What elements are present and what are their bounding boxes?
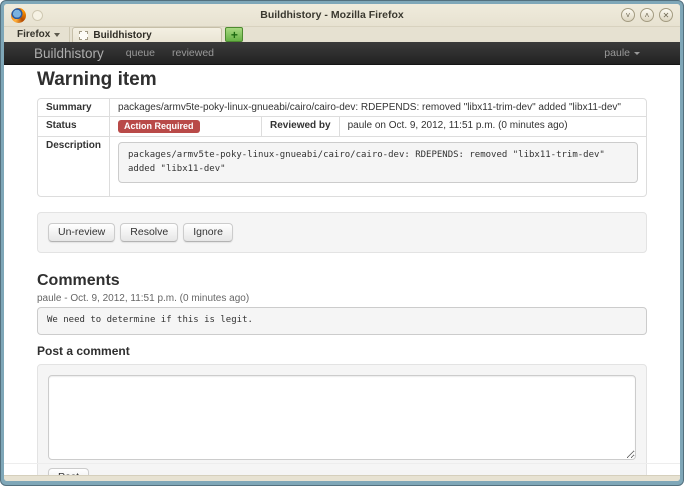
firefox-menu-button[interactable]: Firefox <box>8 27 70 42</box>
summary-value: packages/armv5te-poky-linux-gnueabi/cair… <box>109 99 646 116</box>
comment-item: paule - Oct. 9, 2012, 11:51 p.m. (0 minu… <box>37 293 647 335</box>
page-container: Warning item Summary packages/armv5te-po… <box>4 65 680 475</box>
firefox-logo-icon <box>11 8 26 23</box>
comment-text-block: We need to determine if this is legit. <box>37 307 647 335</box>
window-frame: Buildhistory - Mozilla Firefox ˅ ˄ ✕ Fir… <box>0 0 684 486</box>
reviewed-by-label: Reviewed by <box>261 116 339 136</box>
actions-well: Un-review Resolve Ignore <box>37 212 647 253</box>
close-button[interactable]: ✕ <box>659 8 673 22</box>
caret-down-icon <box>634 52 640 55</box>
app-navbar: Buildhistory queue reviewed paule <box>4 42 680 65</box>
status-cell: Action Required <box>109 116 261 136</box>
post-comment-heading: Post a comment <box>37 344 647 358</box>
new-tab-button[interactable]: + <box>225 27 243 42</box>
resolve-button[interactable]: Resolve <box>120 223 178 242</box>
minimize-button[interactable]: ˅ <box>621 8 635 22</box>
status-badge: Action Required <box>118 120 200 133</box>
unreview-button[interactable]: Un-review <box>48 223 115 242</box>
navbar-brand[interactable]: Buildhistory <box>34 46 104 61</box>
user-name: paule <box>604 47 630 59</box>
titlebar[interactable]: Buildhistory - Mozilla Firefox ˅ ˄ ✕ <box>4 4 680 26</box>
chevron-down-icon <box>54 33 60 37</box>
favicon-placeholder-icon <box>79 31 88 40</box>
description-code-block: packages/armv5te-poky-linux-gnueabi/cair… <box>118 142 638 183</box>
nav-link-reviewed[interactable]: reviewed <box>172 47 214 59</box>
description-label: Description <box>38 136 109 196</box>
table-row-description: Description packages/armv5te-poky-linux-… <box>38 136 646 196</box>
page-title: Warning item <box>37 69 647 91</box>
comments-heading: Comments <box>37 272 647 290</box>
comment-meta: paule - Oct. 9, 2012, 11:51 p.m. (0 minu… <box>37 293 647 304</box>
tab-strip: Firefox Buildhistory + <box>4 26 680 42</box>
window-title: Buildhistory - Mozilla Firefox <box>49 9 615 21</box>
summary-label: Summary <box>38 99 109 116</box>
status-label: Status <box>38 116 109 136</box>
description-cell: packages/armv5te-poky-linux-gnueabi/cair… <box>109 136 646 196</box>
page-bottom-divider <box>4 463 680 464</box>
page-viewport: Warning item Summary packages/armv5te-po… <box>4 65 680 475</box>
table-row-status: Status Action Required Reviewed by paule… <box>38 116 646 136</box>
tab-buildhistory[interactable]: Buildhistory <box>72 27 222 42</box>
post-comment-well: Post <box>37 364 647 476</box>
post-button[interactable]: Post <box>48 468 89 476</box>
warning-details-table: Summary packages/armv5te-poky-linux-gnue… <box>37 98 647 197</box>
tab-label: Buildhistory <box>93 30 151 41</box>
comment-textarea[interactable] <box>48 375 636 460</box>
reviewed-by-value: paule on Oct. 9, 2012, 11:51 p.m. (0 min… <box>339 116 646 136</box>
firefox-menu-label: Firefox <box>17 29 50 40</box>
firefox-window: Buildhistory - Mozilla Firefox ˅ ˄ ✕ Fir… <box>4 4 680 481</box>
user-dropdown[interactable]: paule <box>604 47 640 59</box>
addon-bar <box>4 475 680 481</box>
window-controls: ˅ ˄ ✕ <box>621 8 673 22</box>
tab-groups-icon[interactable] <box>32 10 43 21</box>
table-row-summary: Summary packages/armv5te-poky-linux-gnue… <box>38 99 646 116</box>
nav-link-queue[interactable]: queue <box>126 47 155 59</box>
maximize-button[interactable]: ˄ <box>640 8 654 22</box>
ignore-button[interactable]: Ignore <box>183 223 233 242</box>
